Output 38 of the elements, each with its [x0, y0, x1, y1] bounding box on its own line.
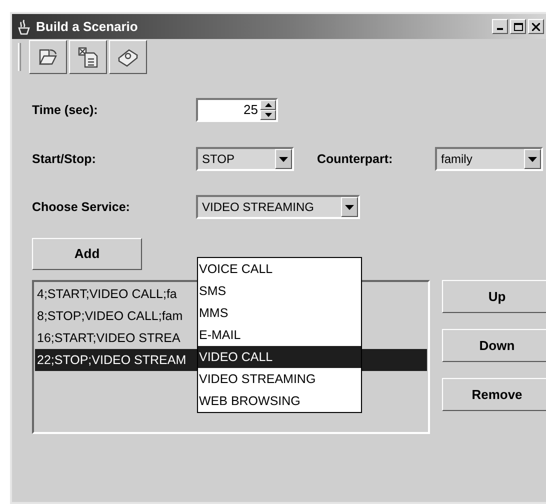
event-list-item[interactable]: 22;STOP;VIDEO STREAM	[37, 350, 186, 370]
maximize-button[interactable]	[510, 19, 526, 34]
document-icon	[77, 46, 99, 68]
start-stop-label: Start/Stop:	[32, 150, 97, 168]
list-action-button[interactable]: Remove	[442, 378, 546, 411]
add-button[interactable]: Add	[32, 238, 142, 270]
service-dropdown[interactable]: VIDEO STREAMING	[196, 195, 360, 219]
dropdown-option[interactable]: VIDEO STREAMING	[198, 368, 361, 390]
list-action-button[interactable]: Down	[442, 329, 546, 362]
dropdown-option[interactable]: SMS	[198, 280, 361, 302]
event-list-item[interactable]: 8;STOP;VIDEO CALL;fam	[37, 306, 183, 326]
toolbar-button[interactable]	[69, 40, 107, 74]
time-spinner[interactable]: 25	[196, 98, 278, 122]
event-list-item[interactable]: 4;START;VIDEO CALL;fa	[37, 284, 177, 304]
event-list-item[interactable]: 16;START;VIDEO STREA	[37, 328, 180, 348]
dropdown-option[interactable]: WEB BROWSING	[198, 390, 361, 412]
dropdown-option[interactable]: VIDEO CALL	[198, 346, 361, 368]
counterpart-label: Counterpart:	[317, 150, 394, 168]
dropdown-arrow-icon	[528, 156, 537, 162]
service-label: Choose Service:	[32, 198, 131, 216]
dropdown-option[interactable]: VOICE CALL	[198, 258, 361, 280]
cup-icon	[16, 18, 32, 36]
list-action-button[interactable]: Up	[442, 280, 546, 313]
dropdown-arrow-icon	[279, 156, 288, 162]
minimize-button[interactable]	[492, 19, 508, 34]
toolbar-button[interactable]	[29, 40, 67, 74]
close-icon	[532, 22, 540, 30]
down-arrow-icon	[264, 113, 272, 117]
close-button[interactable]	[528, 19, 544, 34]
window-title: Build a Scenario	[36, 18, 138, 36]
start-stop-dropdown[interactable]: STOP	[196, 147, 294, 171]
dropdown-option[interactable]: E-MAIL	[198, 324, 361, 346]
dropdown-option[interactable]: MMS	[198, 302, 361, 324]
toolbar-button[interactable]	[109, 40, 147, 74]
time-label: Time (sec):	[32, 102, 99, 119]
dropdown-arrow-icon	[345, 204, 354, 210]
up-arrow-icon	[264, 103, 272, 107]
counterpart-dropdown[interactable]: family	[435, 147, 543, 171]
